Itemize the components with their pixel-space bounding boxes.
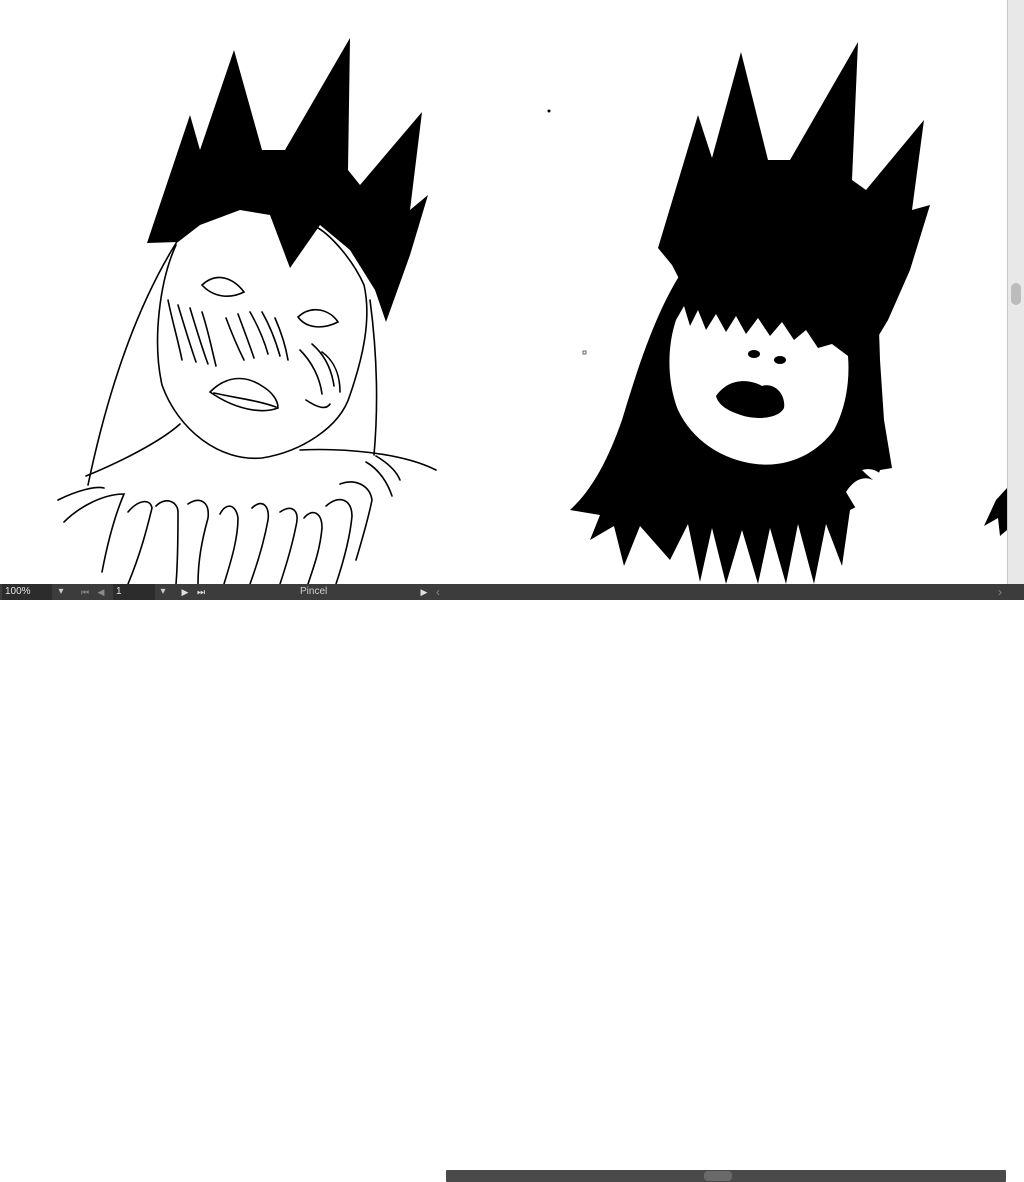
scroll-left-arrow-icon[interactable]: ‹: [432, 584, 444, 600]
sketch-crown: [147, 38, 428, 322]
sketch-eye-left: [200, 276, 246, 297]
sketch-neck-right: [299, 448, 437, 471]
anchor-point: [582, 350, 587, 355]
previous-artboard-icon[interactable]: ◀: [94, 584, 108, 600]
artboard-canvas[interactable]: [0, 0, 1007, 584]
sketch-figure: [57, 38, 437, 584]
zoom-level-field[interactable]: 100%: [2, 584, 52, 600]
status-bar: 100% ▾ ⏮ ◀ 1 ▾ ▶ ⏭ Pincel ▶ ‹ ›: [0, 584, 1024, 1182]
artboard-number-field[interactable]: 1: [113, 584, 155, 600]
scroll-right-arrow-icon[interactable]: ›: [994, 584, 1006, 600]
sketch-hand-left: [167, 299, 217, 367]
next-artboard-icon[interactable]: ▶: [178, 584, 192, 600]
sketch-mouth: [208, 377, 279, 412]
ink-nostril-right: [774, 356, 786, 364]
horizontal-scroll-thumb[interactable]: [704, 1171, 732, 1181]
vertical-scroll-thumb[interactable]: [1011, 283, 1021, 305]
ink-nostril-left: [748, 350, 760, 358]
ink-figure: [570, 42, 930, 584]
sketch-hand-right: [299, 343, 341, 409]
sketch-eye-right: [296, 308, 340, 328]
sketch-collar: [57, 455, 401, 584]
current-tool-label: Pincel: [300, 586, 328, 597]
sketch-hand-center: [225, 311, 289, 361]
stray-dot: [547, 109, 551, 113]
horizontal-scrollbar[interactable]: [446, 1170, 1006, 1182]
artboard-dropdown-arrow-icon[interactable]: ▾: [156, 584, 170, 600]
zoom-dropdown-arrow-icon[interactable]: ▾: [54, 584, 68, 600]
sketch-hair-right: [369, 299, 378, 456]
partial-figure-edge: [984, 488, 1007, 536]
last-artboard-icon[interactable]: ⏭: [194, 584, 208, 600]
artwork: [57, 38, 1007, 584]
vertical-scrollbar[interactable]: [1007, 0, 1024, 584]
first-artboard-icon[interactable]: ⏮: [78, 584, 92, 600]
status-menu-arrow-icon[interactable]: ▶: [418, 584, 430, 600]
